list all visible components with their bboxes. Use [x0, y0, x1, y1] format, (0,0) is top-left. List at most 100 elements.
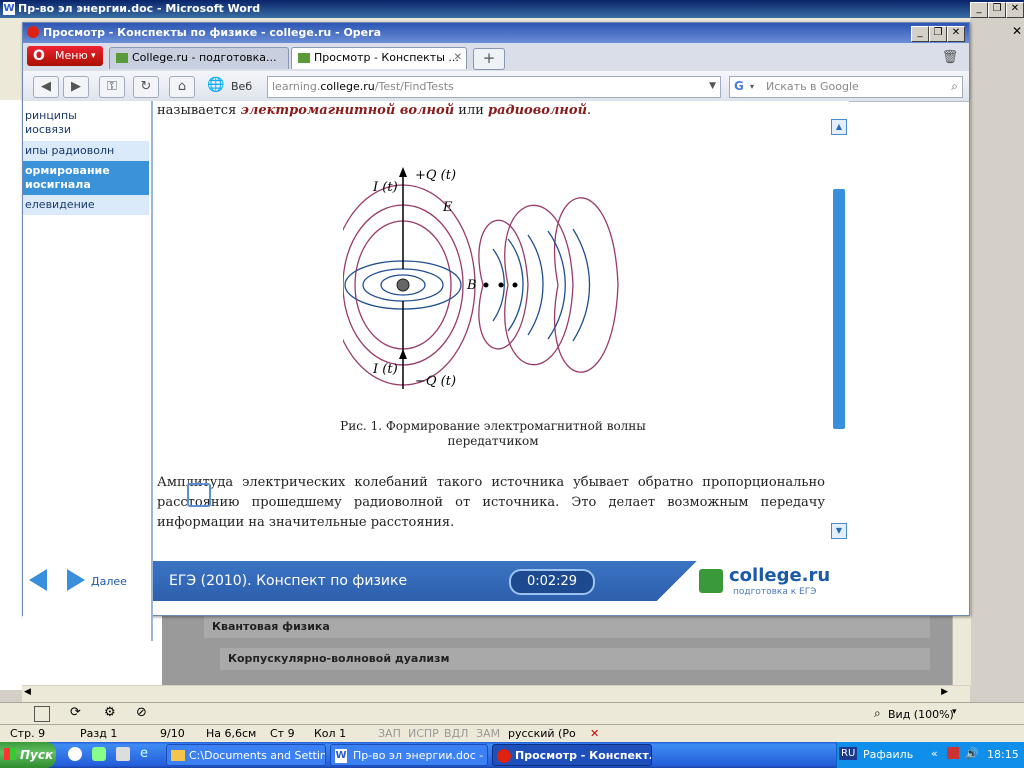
- scroll-down-button[interactable]: ▼: [831, 523, 847, 539]
- sidebar-item-radiowaves[interactable]: ипы радиоволн: [23, 141, 149, 161]
- sidebar-item-label: елевидение: [25, 198, 95, 211]
- bottom-nav: Далее: [23, 561, 151, 601]
- tab-label: Просмотр - Конспекты ...: [314, 51, 459, 64]
- address-field[interactable]: learning.college.ru/Test/FindTests ▼: [267, 76, 721, 98]
- opera-logo-icon: O: [33, 48, 45, 64]
- word-help-close-icon[interactable]: ✕: [1012, 24, 1022, 38]
- status-rec[interactable]: ЗАП: [378, 727, 401, 740]
- word-minimize-button[interactable]: _: [970, 2, 988, 18]
- zoom-label[interactable]: Вид (100%): [888, 708, 954, 721]
- chevron-down-icon[interactable]: ▾: [952, 707, 957, 717]
- scroll-up-button[interactable]: ▲: [831, 119, 847, 135]
- opera-close-button[interactable]: ✕: [947, 26, 965, 42]
- user-label[interactable]: Рафаиль: [863, 748, 913, 761]
- opera-window: Просмотр - Конспекты по физике - college…: [22, 22, 970, 641]
- word-drawing-toolbar: ⟳ ⚙ ⊘ ⌕ Вид (100%) ▾: [0, 702, 1024, 725]
- settings-icon[interactable]: ⚙: [104, 705, 116, 720]
- status-pages: 9/10: [160, 727, 185, 740]
- messenger-icon[interactable]: [92, 747, 106, 761]
- text-span: или: [458, 103, 484, 118]
- windows-taskbar: Пуск e C:\Documents and Settin... W Пр-в…: [0, 742, 1024, 768]
- task-label: Просмотр - Конспект...: [515, 749, 652, 762]
- tab-college[interactable]: College.ru - подготовка...: [109, 47, 289, 69]
- tray-expand-icon[interactable]: «: [931, 747, 938, 760]
- opera-menu-button[interactable]: O Меню ▾: [27, 46, 103, 66]
- word-close-button[interactable]: ✕: [1006, 2, 1024, 18]
- figure-caption: Рис. 1. Формирование электромагнитной во…: [323, 419, 663, 449]
- lang-indicator[interactable]: RU: [839, 747, 858, 760]
- back-button[interactable]: ◀: [33, 76, 59, 98]
- network-icon[interactable]: [947, 747, 959, 759]
- task-explorer[interactable]: C:\Documents and Settin...: [166, 744, 326, 766]
- status-trk[interactable]: ИСПР: [408, 727, 439, 740]
- word-vertical-ruler: [0, 100, 22, 690]
- clock: 18:15: [987, 748, 1019, 761]
- google-search-field[interactable]: G ▾ Искать в Google ⌕: [729, 76, 963, 98]
- windows-logo-icon: [4, 748, 16, 760]
- brand-name: college.ru: [729, 565, 831, 586]
- address-domain: college.ru: [320, 80, 375, 93]
- content-scrollbar[interactable]: ▲ ▼: [831, 119, 847, 541]
- scroll-left-icon[interactable]: ◀: [24, 687, 31, 697]
- arrow-bottom: [399, 349, 407, 359]
- sidebar-item-formation[interactable]: ормирование иосигнала: [23, 161, 149, 195]
- status-line: Ст 9: [270, 727, 295, 740]
- em-wave-figure: I (t) +Q (t) E B I (t) −Q (t): [343, 167, 619, 389]
- spelling-icon[interactable]: ✕: [590, 727, 599, 740]
- opera-minimize-button[interactable]: _: [911, 26, 929, 42]
- word-horizontal-scrollbar[interactable]: ◀ ▶: [22, 686, 970, 702]
- ie-icon[interactable]: e: [140, 747, 154, 761]
- status-at: На 6,6см: [206, 727, 257, 740]
- view-mode-icon[interactable]: [34, 706, 50, 722]
- page-icon: [298, 53, 310, 63]
- start-button[interactable]: Пуск: [0, 742, 56, 768]
- sidebar-item-principles[interactable]: ринципы иосвязи: [23, 109, 149, 139]
- key-icon[interactable]: ⚿: [99, 76, 125, 98]
- scroll-thumb[interactable]: [833, 189, 845, 429]
- word-status-bar: Стр. 9 Разд 1 9/10 На 6,6см Ст 9 Кол 1 З…: [0, 724, 1024, 743]
- label-e-vector: E: [442, 200, 453, 215]
- task-word[interactable]: W Пр-во эл энергии.doc - ...: [330, 744, 488, 766]
- opera-icon: [497, 749, 511, 763]
- next-label[interactable]: Далее: [91, 575, 127, 588]
- home-button[interactable]: ⌂: [169, 76, 195, 98]
- web-label: Веб: [231, 80, 253, 93]
- brand-tagline: подготовка к ЕГЭ: [733, 587, 817, 597]
- sidebar-item-label: ормирование: [25, 164, 110, 177]
- chevron-down-icon: ▾: [750, 82, 755, 91]
- media-player-icon[interactable]: [68, 747, 82, 761]
- google-icon: G: [734, 79, 744, 93]
- zoom-icon: ⌕: [874, 706, 881, 720]
- tab-close-icon[interactable]: ✕: [454, 48, 462, 68]
- arrow-top: [399, 167, 407, 177]
- word-maximize-button[interactable]: ❐: [988, 2, 1006, 18]
- task-opera[interactable]: Просмотр - Конспект...: [492, 744, 652, 766]
- paragraph-line: расстоянию прошедшему радиоволной от ист…: [157, 495, 825, 510]
- scroll-right-icon[interactable]: ▶: [941, 687, 948, 697]
- show-desktop-icon[interactable]: [116, 747, 130, 761]
- text-span: называется: [157, 103, 237, 118]
- next-arrow-icon[interactable]: [67, 569, 85, 591]
- sidebar-item-label: ринципы: [25, 109, 77, 122]
- block-icon[interactable]: ⊘: [136, 705, 147, 720]
- trash-icon[interactable]: 🗑: [941, 49, 959, 67]
- status-ext[interactable]: ВДЛ: [444, 727, 468, 740]
- forward-button[interactable]: ▶: [63, 76, 89, 98]
- chevron-down-icon[interactable]: ▼: [709, 77, 716, 96]
- term-em-wave: электромагнитной волной: [240, 103, 455, 118]
- opera-maximize-button[interactable]: ❐: [929, 26, 947, 42]
- reload-button[interactable]: ↻: [133, 76, 159, 98]
- search-icon[interactable]: ⌕: [951, 77, 958, 96]
- opera-title-bar: Просмотр - Конспекты по физике - college…: [23, 23, 969, 43]
- search-placeholder: Искать в Google: [766, 80, 859, 93]
- status-ovr[interactable]: ЗАМ: [476, 727, 500, 740]
- new-tab-button[interactable]: +: [473, 48, 505, 70]
- status-section: Разд 1: [80, 727, 118, 740]
- volume-icon[interactable]: 🔊: [965, 747, 979, 760]
- sidebar-item-tv[interactable]: елевидение: [23, 195, 149, 215]
- outline-heading-text: Квантовая физика: [212, 620, 330, 633]
- label-it-bottom: I (t): [372, 362, 398, 377]
- tab-konspekty[interactable]: Просмотр - Конспекты ... ✕: [291, 47, 467, 69]
- prev-arrow-icon[interactable]: [29, 569, 47, 591]
- refresh-icon[interactable]: ⟳: [70, 705, 81, 720]
